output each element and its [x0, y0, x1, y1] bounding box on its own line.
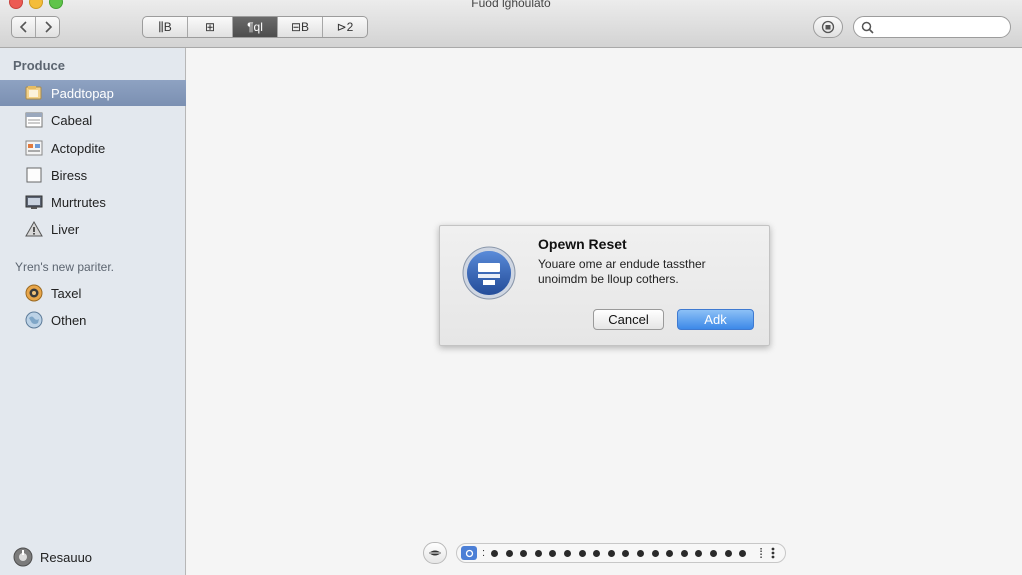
forward-button[interactable]	[35, 17, 59, 37]
page-dot[interactable]	[520, 549, 528, 557]
search-field[interactable]	[853, 16, 1011, 38]
chevron-left-icon	[19, 21, 27, 33]
page-dot[interactable]	[491, 549, 499, 557]
dialog-message-line-1: Youare ome ar endude tasst⁠her	[538, 257, 706, 271]
pager-scroll-button[interactable]	[423, 542, 447, 564]
page-dot[interactable]	[724, 549, 732, 557]
globe-icon	[25, 311, 43, 329]
page-dot[interactable]	[505, 549, 513, 557]
sidebar-item-label: Murtrutes	[51, 194, 106, 210]
window-title: Fuod lghoulato	[471, 0, 551, 10]
chevron-right-icon	[44, 21, 52, 33]
dialog-message-line-2: unoimdm be lloup cothers.	[538, 272, 679, 286]
sidebar-section-heading: Produce	[13, 58, 66, 73]
pager-separator: ⁞	[759, 545, 763, 561]
sidebar-item-taxel[interactable]: Taxel	[0, 280, 186, 306]
view-segment-5[interactable]: ⊳2	[322, 17, 367, 37]
dialog-title: Opewn Reset	[538, 236, 627, 252]
dialog-message: Youare ome ar endude tasst⁠her unoimdm b…	[538, 257, 748, 287]
monitor-icon	[25, 193, 43, 211]
sidebar-footer-button[interactable]: Resauuo	[13, 547, 92, 567]
pager-colon: :	[482, 547, 486, 559]
folder-icon	[25, 84, 43, 102]
page-dot[interactable]	[709, 549, 717, 557]
sidebar-item-label: Othen	[51, 312, 87, 328]
page-dot[interactable]	[578, 549, 586, 557]
page-dot[interactable]	[651, 549, 659, 557]
page-dot[interactable]	[666, 549, 674, 557]
page-dot[interactable]	[680, 549, 688, 557]
page-dot[interactable]	[695, 549, 703, 557]
cancel-button[interactable]: Cancel	[593, 309, 664, 330]
page-indicator-bar: : ⁞	[456, 543, 786, 563]
applications-icon	[25, 139, 43, 157]
page-dot-current[interactable]	[461, 546, 477, 560]
file-icon	[25, 166, 43, 184]
page-dot[interactable]	[534, 549, 542, 557]
page-dot[interactable]	[637, 549, 644, 557]
vertical-ellipsis-icon[interactable]	[771, 547, 775, 559]
sidebar-item-othen[interactable]: Othen	[0, 307, 186, 333]
view-segment-2[interactable]: ⊞	[187, 17, 232, 37]
sidebar-item-paddtopap[interactable]: Paddtopap	[0, 80, 186, 106]
sidebar-item-label: Biress	[51, 167, 88, 183]
sidebar-item-label: Paddtopap	[51, 85, 114, 101]
sidebar-item-cabeal[interactable]: Cabeal	[0, 107, 186, 133]
back-button[interactable]	[12, 17, 35, 37]
refresh-icon	[465, 549, 473, 557]
search-input[interactable]	[878, 19, 1010, 35]
action-button[interactable]	[813, 16, 843, 38]
reset-app-icon	[462, 246, 516, 300]
view-segment-4[interactable]: ⊟B	[277, 17, 322, 37]
search-icon	[861, 21, 874, 34]
document-icon	[25, 111, 43, 129]
action-icon	[821, 20, 835, 34]
window-toolbar: Fuod lghoulato ⫼B ⊞ ¶ql ⊟B ⊳2	[0, 0, 1022, 48]
sidebar-footer-label: Resauuo	[40, 549, 93, 565]
view-segment-3[interactable]: ¶ql	[232, 17, 277, 37]
page-dot[interactable]	[739, 549, 747, 557]
sidebar-section-heading-2: Yren's new pariter.	[15, 260, 115, 274]
navigation-buttons	[11, 16, 60, 38]
page-dot[interactable]	[622, 549, 630, 557]
sidebar-item-biress[interactable]: Biress	[0, 162, 186, 188]
view-segment-1[interactable]: ⫼B	[143, 17, 187, 37]
view-mode-segmented-control: ⫼B ⊞ ¶ql ⊟B ⊳2	[142, 16, 368, 38]
sidebar-item-murtrutes[interactable]: Murtrutes	[0, 189, 186, 215]
sidebar-item-label: Liver	[51, 221, 80, 237]
sidebar-item-label: Actopdite	[51, 140, 106, 156]
dial-icon	[25, 284, 43, 302]
warning-icon	[25, 220, 43, 238]
page-dot[interactable]	[549, 549, 557, 557]
sidebar-item-actopdite[interactable]: Actopdite	[0, 135, 186, 161]
page-dot[interactable]	[564, 549, 572, 557]
page-dot[interactable]	[593, 549, 601, 557]
page-dot[interactable]	[607, 549, 615, 557]
settings-icon	[13, 547, 33, 567]
minus-lozenge-icon	[429, 550, 441, 556]
confirm-button[interactable]: Adk	[677, 309, 754, 330]
alert-dialog: Opewn Reset Youare ome ar endude tasst⁠h…	[439, 225, 770, 346]
sidebar-item-liver[interactable]: Liver	[0, 216, 186, 242]
sidebar-item-label: Cabeal	[51, 112, 93, 128]
sidebar: Produce Paddtopap Cabeal Actopdite Bires…	[0, 48, 186, 575]
sidebar-item-label: Taxel	[51, 285, 82, 301]
